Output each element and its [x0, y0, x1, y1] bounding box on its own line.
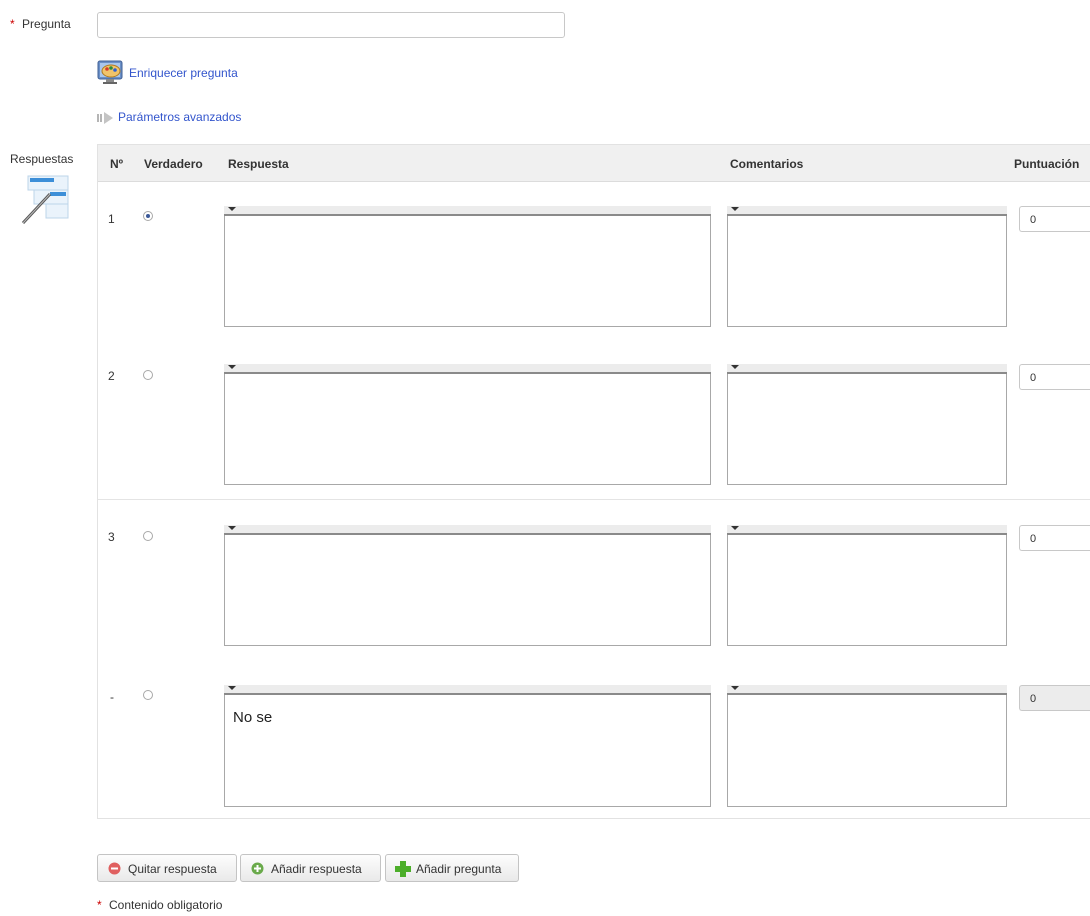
chevron-down-icon[interactable] [731, 365, 739, 369]
editor-area[interactable] [224, 535, 711, 646]
pregunta-input[interactable] [97, 12, 565, 38]
editor-area[interactable] [727, 374, 1007, 485]
score-input[interactable]: 0 [1019, 364, 1090, 390]
add-answer-button[interactable]: Añadir respuesta [240, 854, 381, 882]
editor-area[interactable] [727, 535, 1007, 646]
true-radio[interactable] [143, 531, 153, 541]
pregunta-label-text: Pregunta [22, 17, 71, 31]
row-number: 2 [108, 369, 115, 383]
header-true: Verdadero [144, 157, 203, 171]
answer-editor[interactable] [224, 364, 711, 485]
chevron-down-icon[interactable] [731, 686, 739, 690]
row-number: 1 [108, 212, 115, 226]
enrich-question-label[interactable]: Enriquecer pregunta [129, 66, 238, 80]
answer-editor[interactable]: No se [224, 685, 711, 807]
score-input[interactable]: 0 [1019, 206, 1090, 232]
comment-editor[interactable] [727, 685, 1007, 807]
row-separator [98, 499, 1090, 500]
respuestas-label: Respuestas [10, 152, 74, 166]
chevron-down-icon[interactable] [731, 207, 739, 211]
comment-editor[interactable] [727, 525, 1007, 646]
remove-answer-button[interactable]: Quitar respuesta [97, 854, 237, 882]
comment-editor[interactable] [727, 206, 1007, 327]
answer-list-icon [20, 174, 72, 229]
editor-area[interactable] [727, 695, 1007, 807]
editor-toolbar[interactable] [727, 525, 1007, 535]
remove-answer-label: Quitar respuesta [128, 862, 217, 876]
required-note: * Contenido obligatorio [97, 898, 222, 912]
editor-toolbar[interactable] [727, 685, 1007, 695]
minus-circle-icon [108, 862, 121, 878]
chevron-down-icon[interactable] [731, 526, 739, 530]
editor-toolbar[interactable] [727, 206, 1007, 216]
required-note-text: Contenido obligatorio [109, 898, 223, 912]
required-star: * [97, 898, 102, 912]
answer-text: No se [233, 709, 273, 726]
arrow-right-icon [97, 111, 115, 128]
header-num: Nº [110, 157, 124, 171]
score-input-disabled: 0 [1019, 685, 1090, 711]
true-radio[interactable] [143, 211, 153, 221]
row-number: 3 [108, 530, 115, 544]
table-header: Nº Verdadero Respuesta Comentarios Puntu… [98, 145, 1090, 182]
score-input[interactable]: 0 [1019, 525, 1090, 551]
editor-area[interactable] [224, 216, 711, 327]
header-comments: Comentarios [730, 157, 804, 171]
true-radio[interactable] [143, 690, 153, 700]
editor-area[interactable] [224, 374, 711, 485]
editor-toolbar[interactable] [224, 685, 711, 695]
add-question-label: Añadir pregunta [416, 862, 502, 876]
answer-editor[interactable] [224, 206, 711, 327]
answer-editor[interactable] [224, 525, 711, 646]
pregunta-label: * Pregunta [10, 17, 71, 31]
editor-area[interactable] [727, 216, 1007, 327]
required-star: * [10, 17, 15, 31]
comment-editor[interactable] [727, 364, 1007, 485]
advanced-params-label[interactable]: Parámetros avanzados [118, 110, 241, 124]
row-number: - [110, 690, 114, 704]
add-question-button[interactable]: Añadir pregunta [385, 854, 519, 882]
true-radio[interactable] [143, 370, 153, 380]
editor-toolbar[interactable] [727, 364, 1007, 374]
editor-toolbar[interactable] [224, 206, 711, 216]
chevron-down-icon[interactable] [228, 207, 236, 211]
chevron-down-icon[interactable] [228, 365, 236, 369]
editor-area[interactable]: No se [224, 695, 711, 807]
chevron-down-icon[interactable] [228, 526, 236, 530]
add-answer-label: Añadir respuesta [271, 862, 362, 876]
header-score: Puntuación [1014, 157, 1080, 171]
editor-toolbar[interactable] [224, 525, 711, 535]
plus-circle-icon [251, 862, 264, 878]
chevron-down-icon[interactable] [228, 686, 236, 690]
editor-toolbar[interactable] [224, 364, 711, 374]
enrich-palette-icon [97, 59, 125, 87]
plus-icon [395, 861, 411, 880]
header-answer: Respuesta [228, 157, 289, 171]
answers-table: Nº Verdadero Respuesta Comentarios Puntu… [97, 144, 1090, 819]
